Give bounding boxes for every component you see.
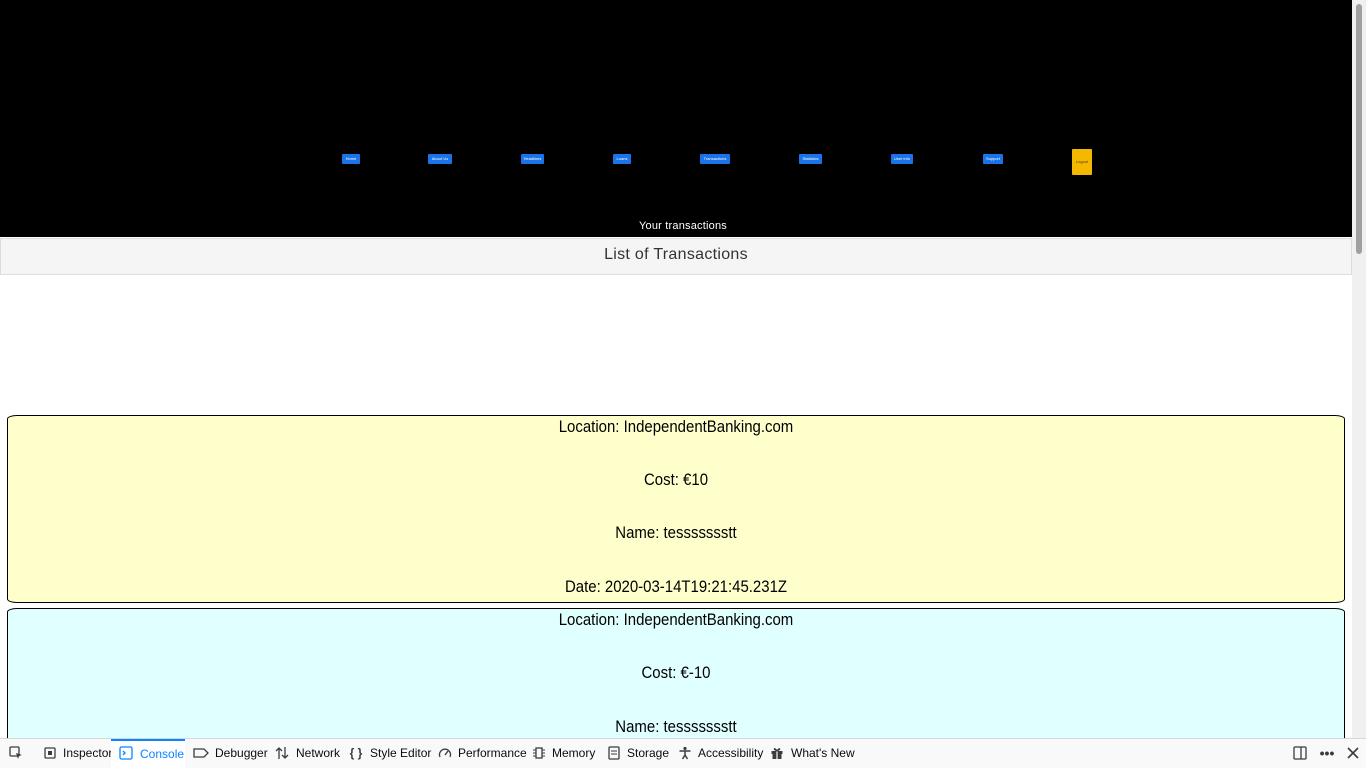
inspector-icon xyxy=(43,746,57,760)
tab-network-label: Network xyxy=(296,746,341,760)
list-title: List of Transactions xyxy=(0,238,1352,275)
scrollbar-thumb[interactable] xyxy=(1356,4,1362,254)
site-header: Home About Us Headlines Loans Transactio… xyxy=(0,0,1352,237)
transaction-location: Location: IndependentBanking.com xyxy=(558,610,794,629)
nav-home-button[interactable]: Home xyxy=(342,154,360,164)
tab-style-editor-label: Style Editor xyxy=(370,746,432,760)
tab-style-editor[interactable]: { } Style Editor xyxy=(348,739,432,768)
nav-about-us-button[interactable]: About Us xyxy=(428,154,452,164)
tab-whats-new[interactable]: What's New xyxy=(769,739,855,768)
devtools-toolbar: Inspector Console Debugger Network { } S… xyxy=(0,738,1366,768)
transaction-date: Date: 2020-03-14T19:21:45.231Z xyxy=(564,577,788,596)
tab-debugger-label: Debugger xyxy=(215,746,268,760)
storage-icon xyxy=(607,746,621,760)
tab-memory-label: Memory xyxy=(552,746,596,760)
more-options-icon[interactable]: ••• xyxy=(1319,745,1335,761)
performance-icon xyxy=(438,746,452,760)
nav-logout-button[interactable]: Logout xyxy=(1072,149,1092,175)
element-picker-button[interactable] xyxy=(7,739,27,768)
tab-console-label: Console xyxy=(140,747,185,761)
dock-toggle-icon[interactable] xyxy=(1292,745,1308,761)
tab-inspector[interactable]: Inspector xyxy=(42,739,112,768)
element-picker-icon xyxy=(9,746,23,760)
memory-icon xyxy=(532,746,546,760)
tab-inspector-label: Inspector xyxy=(63,746,113,760)
page-scrollbar[interactable] xyxy=(1352,0,1366,738)
nav-support-button[interactable]: Support xyxy=(983,154,1003,164)
network-icon xyxy=(275,746,289,760)
transaction-card: Location: IndependentBanking.com Cost: €… xyxy=(7,608,1345,738)
debugger-icon xyxy=(193,746,209,760)
close-icon[interactable] xyxy=(1345,745,1361,761)
tab-memory[interactable]: Memory xyxy=(531,739,595,768)
transaction-cost: Cost: €-10 xyxy=(641,663,711,682)
tab-accessibility[interactable]: Accessibility xyxy=(677,739,763,768)
style-editor-icon: { } xyxy=(349,746,363,760)
tab-network[interactable]: Network xyxy=(274,739,341,768)
console-icon xyxy=(119,746,133,760)
tab-performance-label: Performance xyxy=(458,746,527,760)
transaction-cost: Cost: €10 xyxy=(643,470,709,489)
header-caption: Your transactions xyxy=(639,220,727,232)
tab-accessibility-label: Accessibility xyxy=(698,746,764,760)
transaction-card: Location: IndependentBanking.com Cost: €… xyxy=(7,415,1345,603)
transaction-location: Location: IndependentBanking.com xyxy=(558,417,794,436)
nav-user-info-button[interactable]: User Info xyxy=(891,154,913,164)
tab-whats-new-label: What's New xyxy=(791,746,855,760)
tab-debugger[interactable]: Debugger xyxy=(192,739,268,768)
accessibility-icon xyxy=(678,746,692,760)
nav-statistics-button[interactable]: Statistics xyxy=(799,154,822,164)
transaction-name: Name: tessssssstt xyxy=(615,523,737,542)
tab-storage[interactable]: Storage xyxy=(606,739,670,768)
page-viewport: Home About Us Headlines Loans Transactio… xyxy=(0,0,1352,738)
tab-storage-label: Storage xyxy=(627,746,670,760)
transaction-name: Name: tessssssstt xyxy=(615,717,737,736)
tab-performance[interactable]: Performance xyxy=(437,739,527,768)
gift-icon xyxy=(770,746,784,760)
nav-loans-button[interactable]: Loans xyxy=(613,154,631,164)
tab-console[interactable]: Console xyxy=(111,739,185,768)
nav-transactions-button[interactable]: Transactions xyxy=(700,154,730,164)
nav-headlines-button[interactable]: Headlines xyxy=(521,154,544,164)
